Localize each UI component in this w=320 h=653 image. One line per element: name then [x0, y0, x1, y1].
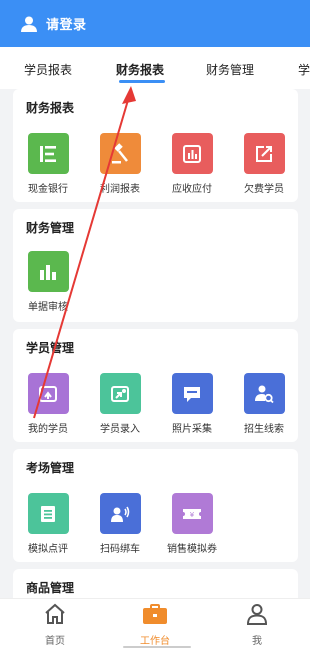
- nav-workbench[interactable]: 工作台: [125, 603, 185, 647]
- nav-home[interactable]: 首页: [25, 603, 85, 647]
- svg-text:¥: ¥: [190, 511, 195, 519]
- coupon-icon: ¥: [171, 493, 213, 534]
- item-mock-review[interactable]: 模拟点评: [18, 493, 78, 555]
- login-prompt[interactable]: 请登录: [46, 14, 87, 33]
- bar-chart-icon: [27, 251, 69, 292]
- top-header[interactable]: 请登录: [0, 0, 310, 47]
- user-icon: [21, 16, 37, 32]
- section-finance-management: 财务管理 单据审核: [13, 209, 298, 322]
- my-students-icon: [27, 373, 69, 414]
- bottom-navigation: 首页 工作台 我: [0, 598, 310, 653]
- chat-icon: [171, 373, 213, 414]
- item-document-review[interactable]: 单据审核: [18, 251, 78, 313]
- section-student-management: 学员管理 我的学员 学员录入 照片采集 招生线索: [13, 329, 298, 442]
- item-arrears-students[interactable]: 欠费学员: [234, 133, 294, 195]
- share-arrow-icon: [243, 133, 285, 174]
- workspace-content[interactable]: 财务报表 现金银行 利润报表 应收应付 欠费学员 财务管理 单据审核 学员管理 …: [0, 89, 310, 598]
- item-cash-bank[interactable]: 现金银行: [18, 133, 78, 195]
- section-product-management: 商品管理: [13, 569, 298, 598]
- section-title: 考场管理: [26, 461, 75, 475]
- cash-bank-icon: [27, 133, 69, 174]
- section-title: 学员管理: [26, 341, 75, 355]
- tab-finance-report[interactable]: 财务报表: [116, 61, 164, 78]
- tab-student-report[interactable]: 学员报表: [24, 61, 72, 78]
- home-indicator: [123, 646, 191, 648]
- item-profit-report[interactable]: 利润报表: [90, 133, 150, 195]
- user-search-icon: [243, 373, 285, 414]
- item-sell-mock-coupon[interactable]: ¥ 销售模拟券: [162, 493, 222, 555]
- document-icon: [27, 493, 69, 534]
- item-my-students[interactable]: 我的学员: [18, 373, 78, 435]
- hammer-icon: [99, 133, 141, 174]
- tab-finance-management[interactable]: 财务管理: [206, 61, 254, 78]
- active-tab-indicator: [119, 80, 165, 83]
- nav-me[interactable]: 我: [227, 603, 287, 647]
- person-icon: [246, 604, 268, 625]
- item-scan-bind-car[interactable]: 扫码绑车: [90, 493, 150, 555]
- item-receivable-payable[interactable]: 应收应付: [162, 133, 222, 195]
- section-title: 商品管理: [26, 581, 75, 595]
- item-photo-collection[interactable]: 照片采集: [162, 373, 222, 435]
- voice-user-icon: [99, 493, 141, 534]
- section-finance-report: 财务报表 现金银行 利润报表 应收应付 欠费学员: [13, 89, 298, 202]
- bar-report-icon: [171, 133, 213, 174]
- item-enrollment-leads[interactable]: 招生线索: [234, 373, 294, 435]
- tab-student-partial[interactable]: 学: [298, 61, 310, 78]
- home-icon: [45, 603, 65, 624]
- student-entry-icon: [99, 373, 141, 414]
- section-title: 财务报表: [26, 101, 75, 115]
- item-student-entry[interactable]: 学员录入: [90, 373, 150, 435]
- section-exam-management: 考场管理 模拟点评 扫码绑车 ¥ 销售模拟券: [13, 449, 298, 562]
- section-title: 财务管理: [26, 221, 75, 235]
- briefcase-icon: [143, 604, 167, 624]
